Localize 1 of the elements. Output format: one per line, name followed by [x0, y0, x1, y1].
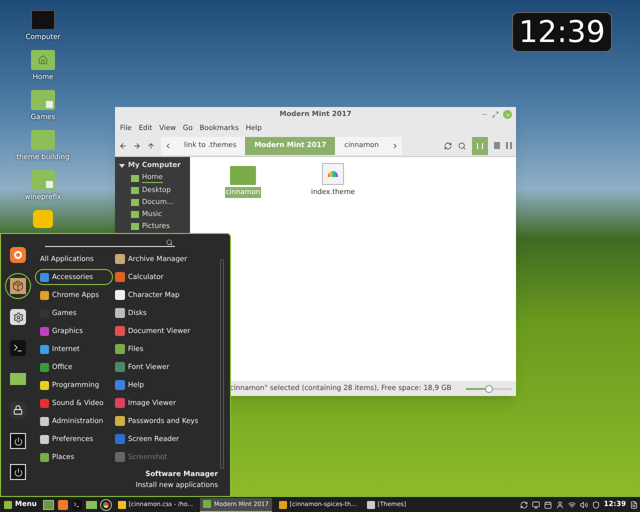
clock-widget: 12:39	[512, 12, 612, 52]
